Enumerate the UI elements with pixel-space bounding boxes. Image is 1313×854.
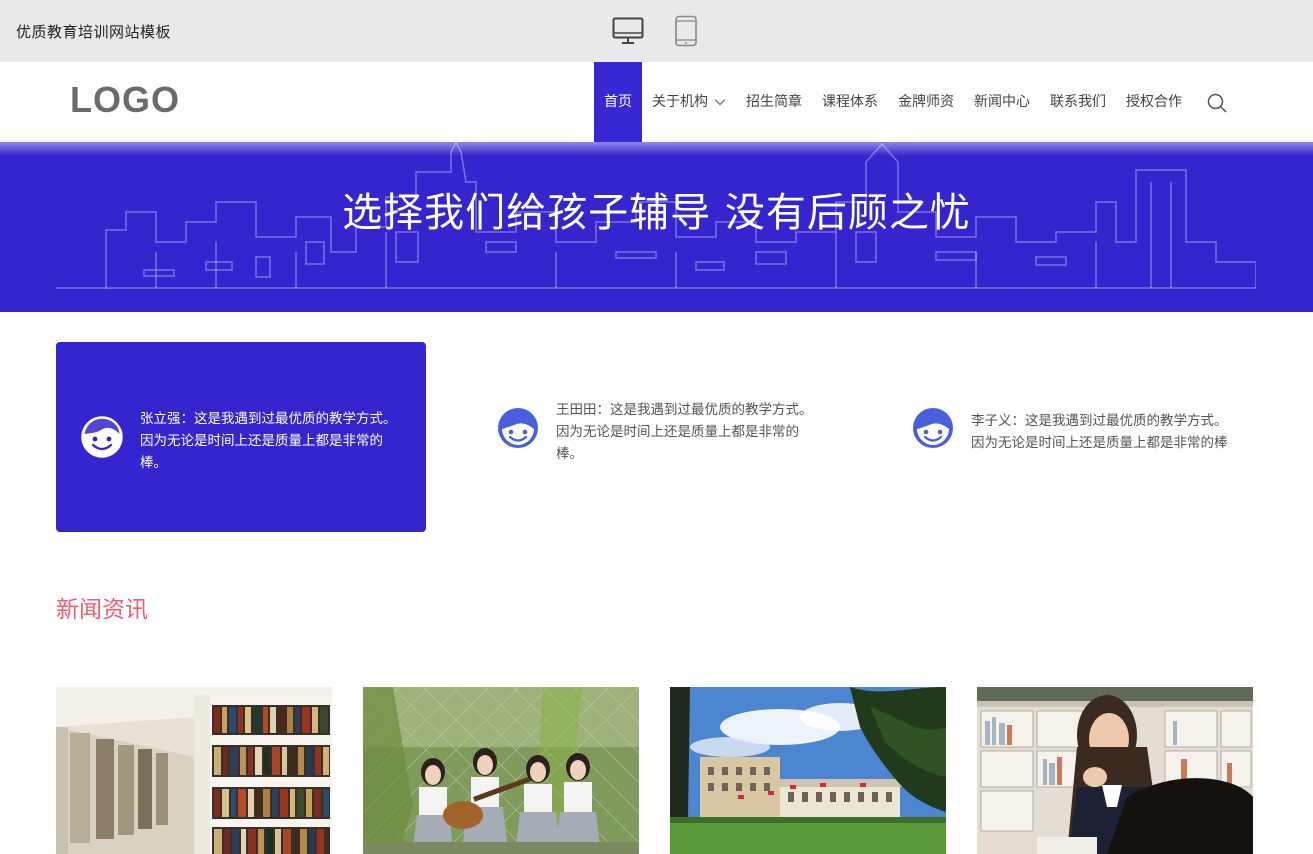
nav-label: 关于机构	[652, 94, 708, 110]
testimonial-text: 张立强：这是我遇到过最优质的教学方式。因为无论是时间上还是质量上都是非常的棒。	[140, 411, 397, 471]
desktop-icon[interactable]	[612, 17, 644, 45]
testimonial-card[interactable]: 张立强：这是我遇到过最优质的教学方式。因为无论是时间上还是质量上都是非常的棒。	[56, 342, 426, 532]
testimonial-text: 王田田：这是我遇到过最优质的教学方式。因为无论是时间上还是质量上都是非常的棒。	[556, 402, 813, 462]
news-image-students[interactable]	[363, 687, 639, 854]
testimonial-text: 李子义：这是我遇到过最优质的教学方式。因为无论是时间上还是质量上都是非常的棒	[971, 413, 1228, 451]
nav-item-courses[interactable]: 课程体系	[812, 62, 888, 142]
smiling-face-icon	[81, 416, 123, 458]
nav-item-about[interactable]: 关于机构	[642, 62, 736, 142]
nav-item-contact[interactable]: 联系我们	[1040, 62, 1116, 142]
nav-item-home[interactable]: 首页	[594, 62, 642, 142]
nav-item-news[interactable]: 新闻中心	[964, 62, 1040, 142]
palace-photo	[670, 687, 946, 854]
hero-banner: 选择我们给孩子辅导 没有后顾之忧	[0, 142, 1313, 312]
students-guitar-photo	[363, 687, 639, 854]
preview-title: 优质教育培训网站模板	[16, 23, 172, 41]
tablet-icon[interactable]	[674, 15, 698, 47]
library-photo	[56, 687, 332, 854]
chevron-down-icon	[714, 99, 726, 106]
preview-bar: 优质教育培训网站模板	[0, 0, 1313, 62]
news-image-student[interactable]	[977, 687, 1253, 854]
nav-label: 授权合作	[1126, 94, 1182, 110]
news-image-library[interactable]	[56, 687, 332, 854]
nav-item-teachers[interactable]: 金牌师资	[888, 62, 964, 142]
main-nav: 首页 关于机构 招生简章 课程体系 金牌师资 新闻中心 联系我们 授权合作	[594, 62, 1192, 142]
news-section-title: 新闻资讯	[56, 597, 148, 623]
nav-label: 金牌师资	[898, 94, 954, 110]
nav-label: 招生简章	[746, 94, 802, 110]
nav-label: 联系我们	[1050, 94, 1106, 110]
smiling-face-icon	[498, 408, 538, 448]
search-icon[interactable]	[1206, 92, 1228, 114]
nav-label: 首页	[604, 94, 632, 110]
banner-shadow	[0, 142, 1313, 156]
nav-label: 课程体系	[822, 94, 878, 110]
nav-item-admissions[interactable]: 招生简章	[736, 62, 812, 142]
student-thinking-photo	[977, 687, 1253, 854]
nav-item-partnership[interactable]: 授权合作	[1116, 62, 1192, 142]
site-header: LOGO 首页 关于机构 招生简章 课程体系 金牌师资 新闻中心 联系我们 授权…	[0, 62, 1313, 142]
testimonial-card[interactable]: 李子义：这是我遇到过最优质的教学方式。因为无论是时间上还是质量上都是非常的棒	[885, 342, 1255, 532]
news-image-palace[interactable]	[670, 687, 946, 854]
banner-title: 选择我们给孩子辅导 没有后顾之忧	[342, 190, 971, 236]
nav-label: 新闻中心	[974, 94, 1030, 110]
smiling-face-icon	[913, 408, 953, 448]
testimonial-card[interactable]: 王田田：这是我遇到过最优质的教学方式。因为无论是时间上还是质量上都是非常的棒。	[470, 342, 840, 532]
logo[interactable]: LOGO	[70, 79, 180, 121]
